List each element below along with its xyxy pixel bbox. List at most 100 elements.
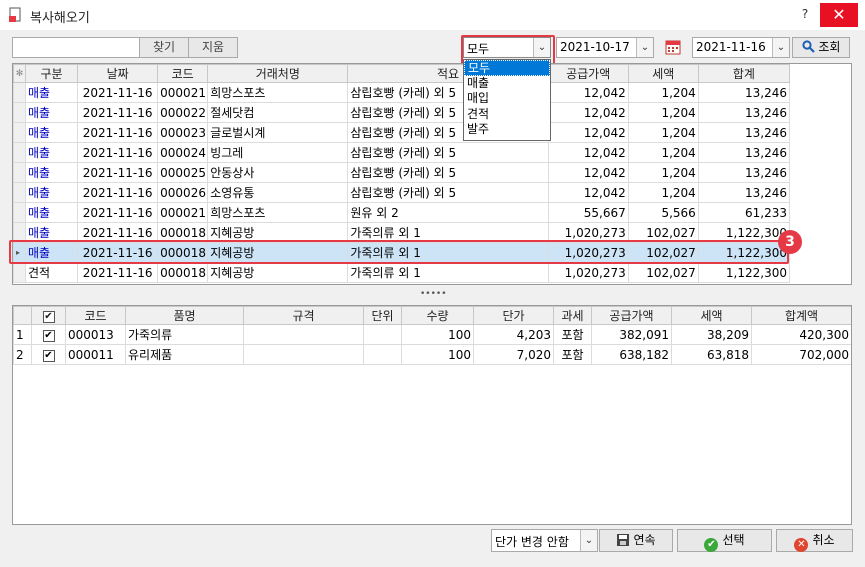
col-tax[interactable]: 세액 xyxy=(627,64,699,83)
table-cell[interactable]: 견적 xyxy=(24,262,79,283)
chevron-down-icon[interactable]: ⌄ xyxy=(636,38,653,57)
dcol-spec[interactable]: 규격 xyxy=(243,306,364,325)
table-cell[interactable]: 13,246 xyxy=(697,182,791,203)
dcol-qty[interactable]: 수량 xyxy=(401,306,474,325)
table-cell[interactable]: 1,204 xyxy=(627,162,699,183)
dropdown-option-all[interactable]: 모두 xyxy=(464,60,550,76)
table-cell[interactable]: 12,042 xyxy=(547,102,629,123)
chevron-down-icon[interactable]: ⌄ xyxy=(580,530,597,551)
table-cell[interactable]: 1,204 xyxy=(627,102,699,123)
table-cell[interactable]: 000024 xyxy=(157,142,209,163)
dcol-taxmode[interactable]: 과세 xyxy=(553,306,592,325)
search-input[interactable] xyxy=(12,37,140,58)
dcol-unit[interactable]: 단위 xyxy=(363,306,402,325)
row-checkbox[interactable]: ✔ xyxy=(31,324,66,345)
table-cell[interactable]: 2021-11-16 xyxy=(77,122,159,143)
table-cell[interactable]: 매출 xyxy=(24,102,79,123)
table-cell[interactable]: 삼립호빵 (카레) 외 5 xyxy=(347,142,549,163)
table-cell[interactable]: 13,246 xyxy=(697,82,791,103)
table-cell[interactable] xyxy=(363,324,402,345)
table-row[interactable]: 견적 2021-11-16 000018 지혜공방 가죽의류 외 1 1,020,273 1… xyxy=(13,262,791,283)
table-cell[interactable]: 2021-11-16 xyxy=(77,162,159,183)
date-to-picker[interactable]: 2021-11-16 ⌄ xyxy=(692,37,790,58)
table-cell[interactable]: 매출 xyxy=(24,142,79,163)
table-row[interactable]: 매출 2021-11-16 000026 소영유통 삼립호빵 (카레) 외 5 12,04… xyxy=(13,182,791,203)
splitter-handle[interactable]: ••••• xyxy=(420,290,447,299)
table-cell[interactable]: 1,204 xyxy=(627,182,699,203)
table-cell[interactable]: 000022 xyxy=(157,102,209,123)
list-item[interactable]: 1 ✔ 000013 가죽의류 100 4,203 포함 382,091 38,209 420,3… xyxy=(13,324,851,345)
check-icon[interactable]: ✔ xyxy=(42,330,55,342)
table-cell[interactable]: 5,566 xyxy=(627,202,699,223)
select-all-checkbox[interactable]: ✔ xyxy=(31,306,66,325)
table-cell[interactable]: 382,091 xyxy=(591,324,672,345)
table-cell[interactable]: 4,203 xyxy=(473,324,554,345)
dropdown-option-estimate[interactable]: 견적 xyxy=(464,107,550,123)
row-checkbox[interactable]: ✔ xyxy=(31,344,66,365)
table-cell[interactable]: 12,042 xyxy=(547,162,629,183)
table-cell[interactable] xyxy=(243,344,364,365)
find-button[interactable]: 찾기 xyxy=(139,37,189,58)
continuous-button[interactable]: 연속 xyxy=(599,529,673,552)
table-cell[interactable]: 000021 xyxy=(157,202,209,223)
table-cell[interactable]: 지혜공방 xyxy=(207,262,349,283)
table-cell[interactable]: 2021-11-16 xyxy=(77,142,159,163)
table-cell[interactable]: 매출 xyxy=(24,182,79,203)
table-cell[interactable]: 포함 xyxy=(553,344,592,365)
erase-button[interactable]: 지움 xyxy=(188,37,238,58)
table-cell[interactable]: 000026 xyxy=(157,182,209,203)
help-button[interactable]: ? xyxy=(796,7,814,23)
table-cell[interactable]: 2021-11-16 xyxy=(77,182,159,203)
table-cell[interactable]: 1,204 xyxy=(627,82,699,103)
table-cell[interactable]: 420,300 xyxy=(751,324,851,345)
row-header[interactable] xyxy=(13,82,26,103)
col-customer[interactable]: 거래처명 xyxy=(207,64,349,83)
col-date[interactable]: 날짜 xyxy=(77,64,159,83)
table-cell[interactable]: 702,000 xyxy=(751,344,851,365)
table-cell[interactable]: 000023 xyxy=(157,122,209,143)
table-cell[interactable]: 61,233 xyxy=(697,202,791,223)
table-cell[interactable]: 7,020 xyxy=(473,344,554,365)
row-header[interactable] xyxy=(13,262,26,283)
table-cell[interactable]: 38,209 xyxy=(671,324,752,345)
table-cell[interactable]: 100 xyxy=(401,344,474,365)
table-cell[interactable]: 13,246 xyxy=(697,142,791,163)
table-cell[interactable] xyxy=(363,344,402,365)
dcol-code[interactable]: 코드 xyxy=(65,306,126,325)
table-cell[interactable]: 1,122,300 xyxy=(697,262,791,283)
table-cell[interactable]: 매출 xyxy=(24,122,79,143)
col-total[interactable]: 합계 xyxy=(697,64,791,83)
table-cell[interactable]: 2021-11-16 xyxy=(77,202,159,223)
dcol-price[interactable]: 단가 xyxy=(473,306,554,325)
table-cell[interactable]: 매출 xyxy=(24,162,79,183)
dropdown-option-order[interactable]: 발주 xyxy=(464,122,550,138)
chevron-down-icon[interactable]: ⌄ xyxy=(772,38,789,57)
row-header[interactable] xyxy=(13,102,26,123)
table-cell[interactable]: 삼립호빵 (카레) 외 5 xyxy=(347,182,549,203)
row-header[interactable] xyxy=(13,182,26,203)
grid-corner[interactable]: ✻ xyxy=(13,64,26,83)
table-cell[interactable]: 000013 xyxy=(65,324,126,345)
table-cell[interactable]: 13,246 xyxy=(697,162,791,183)
table-row[interactable]: 매출 2021-11-16 000025 안동상사 삼립호빵 (카레) 외 5 12,04… xyxy=(13,162,791,183)
table-cell[interactable]: 13,246 xyxy=(697,122,791,143)
table-cell[interactable] xyxy=(243,324,364,345)
table-cell[interactable]: 55,667 xyxy=(547,202,629,223)
table-cell[interactable]: 유리제품 xyxy=(125,344,244,365)
table-cell[interactable]: 000021 xyxy=(157,82,209,103)
table-cell[interactable]: 가죽의류 외 1 xyxy=(347,262,549,283)
table-cell[interactable]: 13,246 xyxy=(697,102,791,123)
table-cell[interactable]: 12,042 xyxy=(547,182,629,203)
select-button[interactable]: ✔ 선택 xyxy=(677,529,772,552)
dcol-total[interactable]: 합계액 xyxy=(751,306,851,325)
table-row[interactable]: 매출 2021-11-16 000021 희망스포츠 원유 외 2 55,667 5,566… xyxy=(13,202,791,223)
dcol-supply[interactable]: 공급가액 xyxy=(591,306,672,325)
table-cell[interactable]: 1,204 xyxy=(627,122,699,143)
table-cell[interactable]: 글로벌시계 xyxy=(207,122,349,143)
col-type[interactable]: 구분 xyxy=(24,64,79,83)
dcol-tax[interactable]: 세액 xyxy=(671,306,752,325)
calendar-button[interactable] xyxy=(659,37,687,58)
table-row[interactable]: 매출 2021-11-16 000024 빙그레 삼립호빵 (카레) 외 5 12,042… xyxy=(13,142,791,163)
table-cell[interactable]: 638,182 xyxy=(591,344,672,365)
table-cell[interactable]: 포함 xyxy=(553,324,592,345)
